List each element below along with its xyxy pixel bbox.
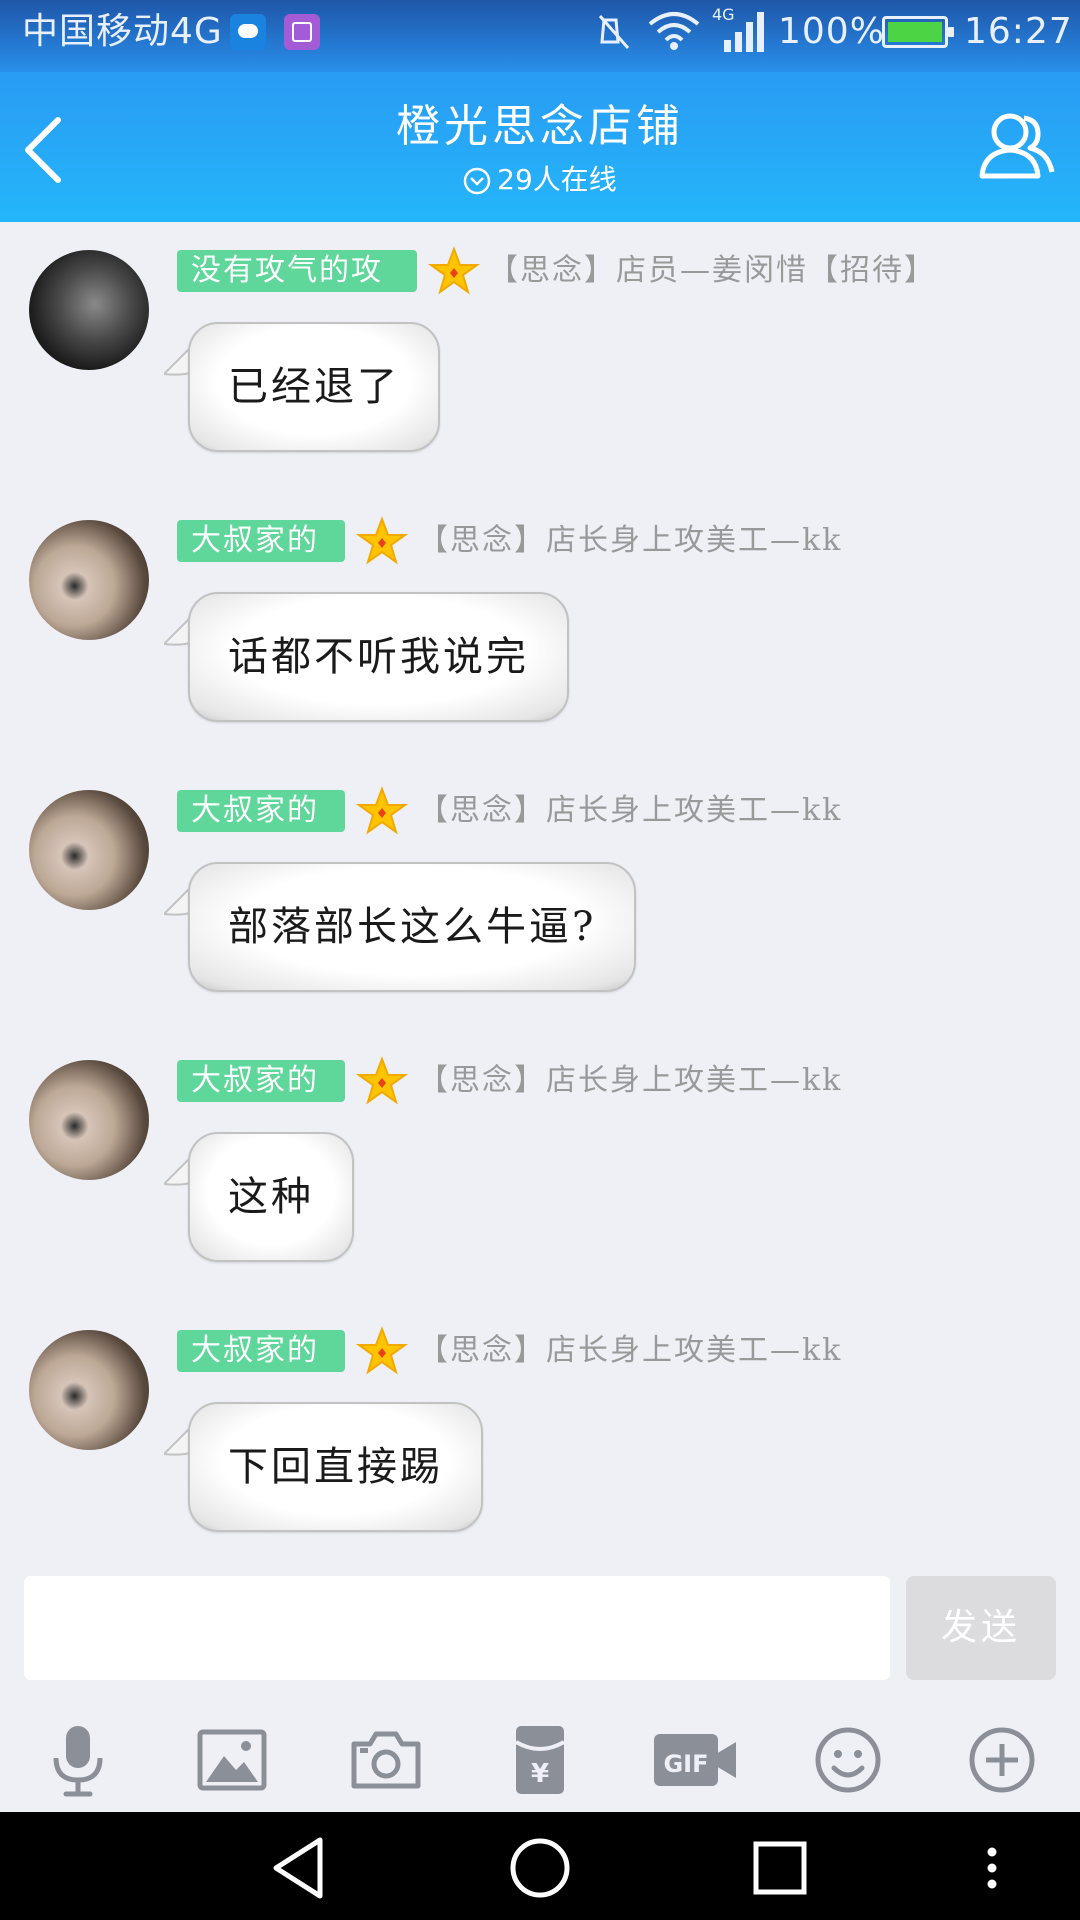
chat-title: 橙光思念店铺 [396, 101, 684, 152]
message-item: 没有攻气的攻 【思念】店员—姜闵惜【招待】 已经退了 [0, 222, 1080, 482]
sender-name-tag: 没有攻气的攻 [177, 250, 417, 292]
sender-name-tag: 大叔家的 [177, 520, 345, 562]
message-bubble[interactable]: 部落部长这么牛逼? [188, 862, 637, 992]
message-item: 大叔家的 【思念】店长身上攻美工—kk 下回直接踢 [0, 1302, 1080, 1562]
nav-recents-icon[interactable] [742, 1830, 818, 1906]
message-item: 大叔家的 【思念】店长身上攻美工—kk 部落部长这么牛逼? [0, 762, 1080, 1022]
message-bubble[interactable]: 话都不听我说完 [188, 592, 569, 722]
mute-icon [598, 15, 630, 49]
sender-name-tag: 大叔家的 [177, 790, 345, 832]
red-packet-icon[interactable]: ¥ [500, 1720, 580, 1800]
header: 中国移动4G 4G 100% 16:27 橙光思念店铺 29人在线 [0, 0, 1080, 222]
svg-text:¥: ¥ [531, 1759, 549, 1789]
members-icon [979, 113, 1055, 179]
nav-back-icon[interactable] [262, 1830, 338, 1906]
message-item: 大叔家的 【思念】店长身上攻美工—kk 话都不听我说完 [0, 492, 1080, 752]
message-item: 大叔家的 【思念】店长身上攻美工—kk 这种 [0, 1032, 1080, 1292]
image-icon[interactable] [192, 1720, 272, 1800]
avatar[interactable] [29, 1330, 149, 1450]
avatar[interactable] [29, 1060, 149, 1180]
message-bubble[interactable]: 这种 [188, 1132, 354, 1262]
members-button[interactable] [976, 106, 1056, 186]
carrier-label: 中国移动4G [22, 11, 223, 52]
star-icon [356, 516, 408, 565]
battery-percent-label: 100% [778, 11, 885, 52]
message-input[interactable] [24, 1576, 890, 1680]
clock-label: 16:27 [964, 11, 1073, 52]
member-title: 【思念】店长身上攻美工—kk [418, 1333, 843, 1368]
nav-home-icon[interactable] [502, 1830, 578, 1906]
chevron-down-icon [463, 167, 491, 195]
image-notify-icon [284, 14, 320, 50]
avatar[interactable] [29, 520, 149, 640]
send-button[interactable]: 发送 [906, 1576, 1056, 1680]
camera-icon[interactable] [346, 1720, 426, 1800]
star-icon [356, 1326, 408, 1375]
emoji-icon[interactable] [808, 1720, 888, 1800]
svg-text:GIF: GIF [663, 1750, 708, 1778]
avatar[interactable] [29, 250, 149, 370]
star-icon [428, 246, 480, 295]
composer: 发送 [0, 1572, 1080, 1692]
microphone-icon[interactable] [38, 1720, 118, 1800]
composer-toolbar: ¥ GIF [0, 1692, 1080, 1812]
online-status[interactable]: 29人在线 [0, 162, 1080, 198]
member-title: 【思念】店长身上攻美工—kk [418, 793, 843, 828]
member-title: 【思念】店长身上攻美工—kk [418, 523, 843, 558]
gif-icon[interactable]: GIF [652, 1720, 738, 1800]
system-nav-bar [0, 1812, 1080, 1920]
message-bubble[interactable]: 已经退了 [188, 322, 440, 452]
star-icon [356, 1056, 408, 1105]
member-title: 【思念】店长身上攻美工—kk [418, 1063, 843, 1098]
chat-notify-icon [230, 14, 266, 50]
avatar[interactable] [29, 790, 149, 910]
message-bubble[interactable]: 下回直接踢 [188, 1402, 483, 1532]
online-count-label: 29人在线 [497, 163, 617, 196]
network-type-label: 4G [712, 6, 735, 24]
star-icon [356, 786, 408, 835]
sender-name-tag: 大叔家的 [177, 1060, 345, 1102]
wifi-icon [648, 12, 700, 50]
member-title: 【思念】店员—姜闵惜【招待】 [488, 253, 936, 288]
signal-icon: 4G [712, 6, 764, 52]
sender-name-tag: 大叔家的 [177, 1330, 345, 1372]
message-list[interactable]: 没有攻气的攻 【思念】店员—姜闵惜【招待】 已经退了 大叔家的 【思念】店长身上… [0, 222, 1080, 1572]
battery-icon [882, 16, 954, 48]
plus-icon[interactable] [962, 1720, 1042, 1800]
nav-more-icon[interactable] [972, 1830, 1012, 1906]
